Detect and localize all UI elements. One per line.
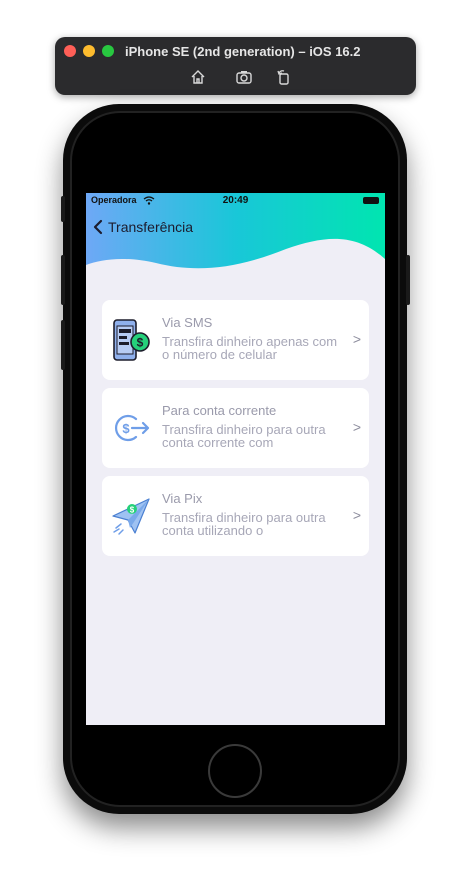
minimize-window-button[interactable] [83, 45, 95, 57]
svg-text:$: $ [130, 506, 135, 515]
power-button [406, 255, 410, 305]
rotate-icon[interactable] [275, 68, 293, 86]
mute-switch [61, 196, 65, 222]
option-conta-corrente[interactable]: $ Para conta corrente Transfira dinheiro… [102, 388, 369, 468]
sms-phone-money-icon: $ [113, 319, 150, 361]
back-button[interactable]: Transferência [93, 218, 193, 236]
chevron-left-icon [93, 219, 103, 235]
status-bar: Operadora 20:49 [86, 193, 385, 209]
zoom-window-button[interactable] [102, 45, 114, 57]
simulator-title: iPhone SE (2nd generation) – iOS 16.2 [125, 44, 361, 59]
option-title: Via Pix [162, 491, 203, 506]
svg-text:$: $ [122, 421, 130, 436]
chevron-right-icon: > [352, 419, 361, 435]
screenshot-icon[interactable] [235, 68, 253, 86]
option-description: Transfira dinheiro apenas com o número d… [162, 335, 338, 361]
home-icon[interactable] [189, 68, 207, 86]
simulator-title-bar: iPhone SE (2nd generation) – iOS 16.2 [55, 37, 416, 95]
chevron-right-icon: > [352, 331, 361, 347]
close-window-button[interactable] [64, 45, 76, 57]
option-description: Transfira dinheiro para outra conta util… [162, 511, 326, 537]
status-time: 20:49 [222, 195, 249, 206]
page-title: Transferência [108, 219, 194, 235]
option-title: Para conta corrente [162, 403, 277, 418]
paper-plane-money-icon: $ [112, 498, 150, 535]
option-description: Transfira dinheiro para outra conta corr… [162, 423, 326, 449]
dollar-transfer-icon: $ [114, 414, 150, 442]
option-via-sms[interactable]: $ Via SMS Transfira dinheiro apenas com … [102, 300, 369, 380]
svg-text:$: $ [137, 336, 144, 350]
home-button[interactable] [208, 744, 262, 798]
option-title: Via SMS [162, 315, 213, 330]
volume-down-button [61, 320, 65, 370]
chevron-right-icon: > [352, 507, 361, 523]
option-via-pix[interactable]: $ Via Pix Transfira dinheiro para outra … [102, 476, 369, 556]
volume-up-button [61, 255, 65, 305]
app-screen: Operadora 20:49 Transferência $ Via SMS … [86, 193, 385, 725]
battery-icon [363, 197, 379, 204]
